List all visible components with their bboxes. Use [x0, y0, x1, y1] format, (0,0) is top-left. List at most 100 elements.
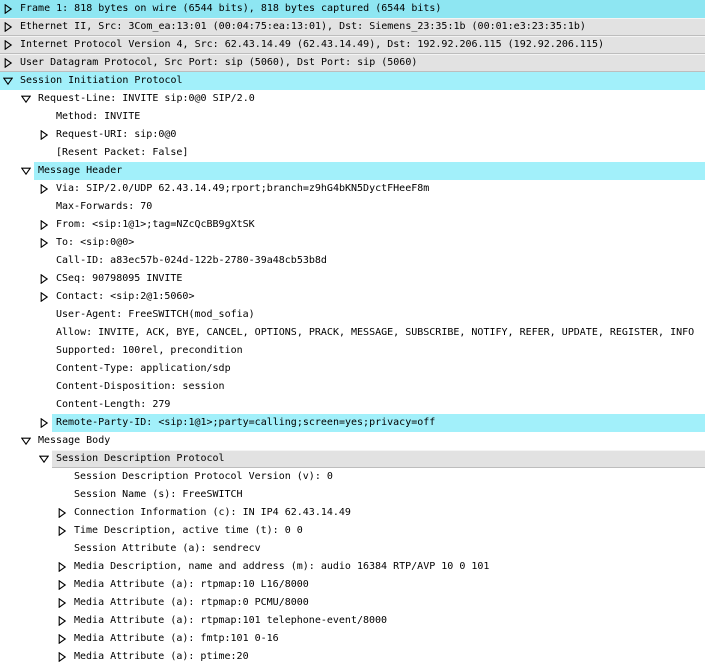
expander-right-icon[interactable] [56, 578, 68, 592]
tree-row-label: Session Name (s): FreeSWITCH [74, 489, 243, 500]
tree-row-label: Remote-Party-ID: <sip:1@1>;party=calling… [56, 417, 436, 428]
tree-row-label: Session Description Protocol Version (v)… [74, 471, 333, 482]
tree-row-label: Session Initiation Protocol [20, 75, 183, 86]
tree-row[interactable]: To: <sip:0@0> [0, 234, 705, 252]
tree-row-label: Max-Forwards: 70 [56, 201, 153, 212]
tree-row[interactable]: Media Attribute (a): rtpmap:101 telephon… [0, 612, 705, 630]
expander-right-icon[interactable] [2, 56, 14, 70]
tree-row[interactable]: User Datagram Protocol, Src Port: sip (5… [0, 54, 705, 72]
expander-down-icon[interactable] [20, 92, 32, 106]
tree-row[interactable]: Content-Disposition: session [0, 378, 705, 396]
tree-row-label: Media Attribute (a): rtpmap:101 telephon… [74, 615, 388, 626]
expander-right-icon[interactable] [56, 506, 68, 520]
tree-row-label: Via: SIP/2.0/UDP 62.43.14.49;rport;branc… [56, 183, 430, 194]
tree-row[interactable]: Session Description Protocol Version (v)… [0, 468, 705, 486]
expander-right-icon[interactable] [56, 614, 68, 628]
tree-row-label: Media Attribute (a): fmtp:101 0-16 [74, 633, 279, 644]
tree-row[interactable]: [Resent Packet: False] [0, 144, 705, 162]
expander-down-icon[interactable] [2, 74, 14, 88]
tree-row[interactable]: Internet Protocol Version 4, Src: 62.43.… [0, 36, 705, 54]
tree-row[interactable]: Call-ID: a83ec57b-024d-122b-2780-39a48cb… [0, 252, 705, 270]
tree-row-label: Method: INVITE [56, 111, 141, 122]
tree-row-label: Frame 1: 818 bytes on wire (6544 bits), … [20, 3, 442, 14]
tree-row[interactable]: Session Name (s): FreeSWITCH [0, 486, 705, 504]
expander-down-icon[interactable] [20, 434, 32, 448]
tree-row-label: Session Description Protocol [56, 453, 225, 464]
tree-row-label: Time Description, active time (t): 0 0 [74, 525, 303, 536]
tree-row-label: Content-Disposition: session [56, 381, 225, 392]
tree-row[interactable]: Session Description Protocol [0, 450, 705, 468]
tree-row[interactable]: Allow: INVITE, ACK, BYE, CANCEL, OPTIONS… [0, 324, 705, 342]
packet-details-tree: Frame 1: 818 bytes on wire (6544 bits), … [0, 0, 705, 666]
tree-row-label: Media Attribute (a): rtpmap:10 L16/8000 [74, 579, 309, 590]
tree-row-label: Media Attribute (a): ptime:20 [74, 651, 249, 662]
tree-row[interactable]: Request-URI: sip:0@0 [0, 126, 705, 144]
tree-row-label: Contact: <sip:2@1:5060> [56, 291, 195, 302]
tree-row-label: Message Header [38, 165, 123, 176]
tree-row[interactable]: Media Attribute (a): fmtp:101 0-16 [0, 630, 705, 648]
tree-row[interactable]: Content-Length: 279 [0, 396, 705, 414]
expander-right-icon[interactable] [56, 560, 68, 574]
expander-right-icon[interactable] [2, 20, 14, 34]
tree-row[interactable]: Ethernet II, Src: 3Com_ea:13:01 (00:04:7… [0, 18, 705, 36]
tree-row[interactable]: Max-Forwards: 70 [0, 198, 705, 216]
expander-right-icon[interactable] [38, 128, 50, 142]
tree-row[interactable]: Method: INVITE [0, 108, 705, 126]
tree-row[interactable]: CSeq: 90798095 INVITE [0, 270, 705, 288]
expander-down-icon[interactable] [20, 164, 32, 178]
tree-row[interactable]: Supported: 100rel, precondition [0, 342, 705, 360]
expander-right-icon[interactable] [2, 2, 14, 16]
expander-right-icon[interactable] [2, 38, 14, 52]
tree-row[interactable]: Session Attribute (a): sendrecv [0, 540, 705, 558]
tree-row-label: Media Attribute (a): rtpmap:0 PCMU/8000 [74, 597, 309, 608]
expander-right-icon[interactable] [56, 632, 68, 646]
tree-row[interactable]: Media Attribute (a): ptime:20 [0, 648, 705, 666]
tree-row[interactable]: User-Agent: FreeSWITCH(mod_sofia) [0, 306, 705, 324]
tree-row[interactable]: Contact: <sip:2@1:5060> [0, 288, 705, 306]
expander-right-icon[interactable] [38, 290, 50, 304]
tree-row-label: User-Agent: FreeSWITCH(mod_sofia) [56, 309, 255, 320]
tree-row[interactable]: Media Attribute (a): rtpmap:0 PCMU/8000 [0, 594, 705, 612]
tree-row[interactable]: Content-Type: application/sdp [0, 360, 705, 378]
tree-row-label: Call-ID: a83ec57b-024d-122b-2780-39a48cb… [56, 255, 327, 266]
tree-row[interactable]: Session Initiation Protocol [0, 72, 705, 90]
row-highlight [34, 162, 705, 180]
tree-row[interactable]: Time Description, active time (t): 0 0 [0, 522, 705, 540]
expander-right-icon[interactable] [56, 596, 68, 610]
tree-row-label: Session Attribute (a): sendrecv [74, 543, 261, 554]
expander-right-icon[interactable] [56, 524, 68, 538]
tree-row[interactable]: Message Body [0, 432, 705, 450]
tree-row-label: Connection Information (c): IN IP4 62.43… [74, 507, 351, 518]
tree-row-label: [Resent Packet: False] [56, 147, 189, 158]
tree-row-label: Message Body [38, 435, 111, 446]
expander-right-icon[interactable] [56, 650, 68, 664]
tree-row-label: From: <sip:1@1>;tag=NZcQcBB9gXtSK [56, 219, 255, 230]
expander-down-icon[interactable] [38, 452, 50, 466]
tree-row-label: CSeq: 90798095 INVITE [56, 273, 183, 284]
tree-row[interactable]: Frame 1: 818 bytes on wire (6544 bits), … [0, 0, 705, 18]
expander-right-icon[interactable] [38, 182, 50, 196]
expander-right-icon[interactable] [38, 416, 50, 430]
tree-row-label: Media Description, name and address (m):… [74, 561, 490, 572]
expander-right-icon[interactable] [38, 272, 50, 286]
expander-right-icon[interactable] [38, 218, 50, 232]
tree-row[interactable]: From: <sip:1@1>;tag=NZcQcBB9gXtSK [0, 216, 705, 234]
tree-row-label: Content-Type: application/sdp [56, 363, 231, 374]
tree-row-label: Supported: 100rel, precondition [56, 345, 243, 356]
tree-row-label: User Datagram Protocol, Src Port: sip (5… [20, 57, 418, 68]
tree-row[interactable]: Remote-Party-ID: <sip:1@1>;party=calling… [0, 414, 705, 432]
tree-row[interactable]: Message Header [0, 162, 705, 180]
tree-row-label: Request-URI: sip:0@0 [56, 129, 177, 140]
tree-row[interactable]: Media Attribute (a): rtpmap:10 L16/8000 [0, 576, 705, 594]
tree-row[interactable]: Via: SIP/2.0/UDP 62.43.14.49;rport;branc… [0, 180, 705, 198]
expander-right-icon[interactable] [38, 236, 50, 250]
tree-row-label: Internet Protocol Version 4, Src: 62.43.… [20, 39, 604, 50]
tree-row-label: To: <sip:0@0> [56, 237, 135, 248]
tree-row-label: Request-Line: INVITE sip:0@0 SIP/2.0 [38, 93, 255, 104]
tree-row-label: Content-Length: 279 [56, 399, 171, 410]
tree-row[interactable]: Connection Information (c): IN IP4 62.43… [0, 504, 705, 522]
tree-row-label: Allow: INVITE, ACK, BYE, CANCEL, OPTIONS… [56, 327, 695, 338]
tree-row[interactable]: Media Description, name and address (m):… [0, 558, 705, 576]
tree-row[interactable]: Request-Line: INVITE sip:0@0 SIP/2.0 [0, 90, 705, 108]
tree-row-label: Ethernet II, Src: 3Com_ea:13:01 (00:04:7… [20, 21, 586, 32]
